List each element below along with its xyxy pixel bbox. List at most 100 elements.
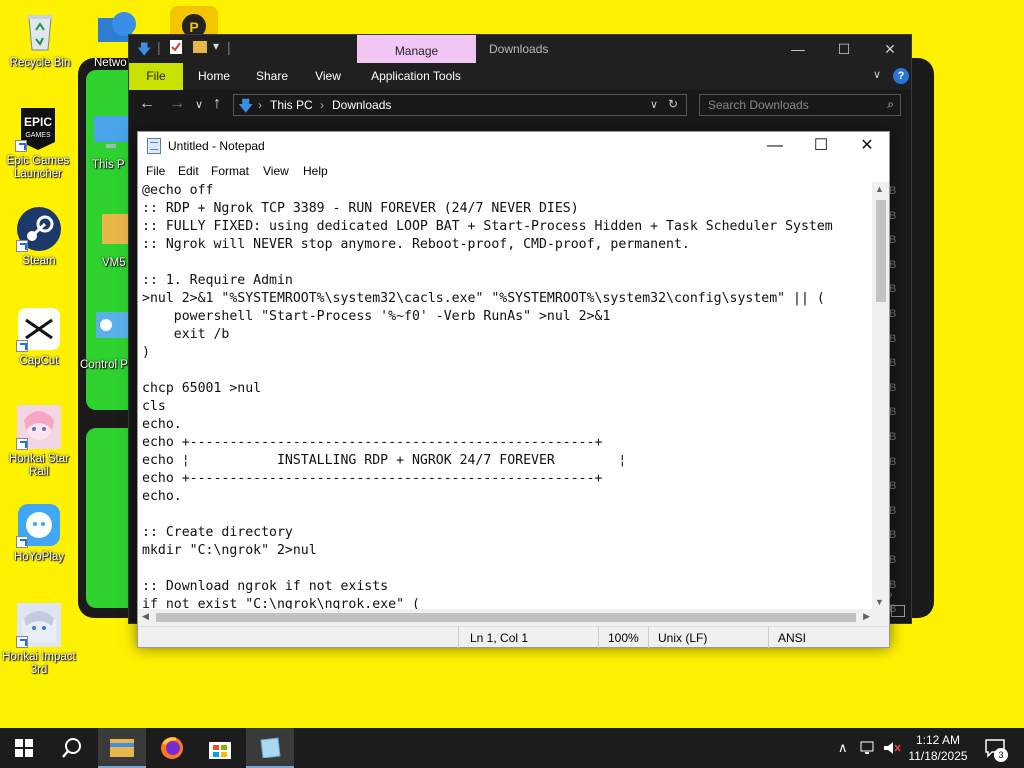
shortcut-arrow-icon [15,140,27,152]
refresh-icon[interactable]: ↻ [668,97,678,111]
recycle-bin-icon [17,8,63,54]
tab-application-tools[interactable]: Application Tools [361,63,471,90]
details-view-icon[interactable] [891,605,905,617]
icon-label: Control P [80,359,128,371]
chevron-right-icon: › [320,98,324,112]
tab-file[interactable]: File [129,63,183,90]
this-pc-icon [92,110,128,156]
notepad-menu-bar: File Edit Format View Help [138,160,889,182]
desktop-icon-control-panel[interactable]: Control P [80,310,132,372]
help-icon[interactable]: ? [893,68,909,84]
window-title: Downloads [489,42,549,56]
desktop-icon-hoyoplay[interactable]: HoYoPlay [1,502,77,564]
customize-toolbar-icon[interactable]: ▾ [213,39,219,53]
desktop-icon-this-pc[interactable]: This P [92,110,132,172]
file-list-partial: BBBBBBBBBBBBBBBBBB [889,185,897,616]
breadcrumb-downloads[interactable]: Downloads [332,98,391,112]
scrollbar-corner [872,609,889,626]
breadcrumb-this-pc[interactable]: This PC [270,98,313,112]
window-title: Untitled - Notepad [168,139,265,153]
network-icon[interactable] [860,728,878,768]
icon-label: CapCut [19,355,59,367]
up-arrow-icon[interactable]: ↑ [213,95,221,113]
show-hidden-icons[interactable]: ∧ [838,728,848,768]
recent-locations-icon[interactable]: ∨ [195,98,203,111]
separator-icon: | [157,39,161,55]
maximize-button[interactable]: ☐ [798,132,844,160]
taskbar-file-explorer[interactable] [98,728,146,768]
clock[interactable]: 1:12 AM 11/18/2025 [900,732,976,764]
folder-icon [102,208,130,254]
svg-text:GAMES: GAMES [25,132,51,139]
close-button[interactable]: ✕ [844,132,890,160]
chevron-up-icon[interactable]: ∧ [838,740,848,756]
scrollbar-thumb[interactable] [156,613,856,622]
minimize-button[interactable]: — [775,35,821,63]
new-folder-icon[interactable] [193,39,207,58]
tab-view[interactable]: View [305,63,351,90]
search-icon [62,738,81,758]
forward-arrow-icon[interactable]: → [169,95,185,113]
epic-games-icon: EPIC GAMES [15,106,61,152]
properties-icon[interactable] [169,39,183,58]
download-arrow-icon: 🡇 [137,41,152,57]
scroll-right-icon[interactable]: ▶ [863,611,870,622]
taskbar-firefox[interactable] [148,728,196,768]
chevron-right-icon: › [258,98,262,112]
minimize-button[interactable]: — [752,132,798,160]
menu-edit[interactable]: Edit [178,164,199,178]
taskbar-notepad[interactable] [246,728,294,768]
desktop-icon-recycle-bin[interactable]: Recycle Bin [2,8,78,70]
scroll-up-icon[interactable]: ▲ [875,184,884,194]
back-arrow-icon[interactable]: ← [139,95,155,113]
tab-manage[interactable]: Manage [357,35,476,63]
desktop-icon-honkai-star-rail[interactable]: Honkai Star Rail [1,404,77,479]
menu-help[interactable]: Help [303,164,328,178]
icon-label: Honkai Impact 3rd [2,651,76,676]
desktop-icon-epic-games[interactable]: EPIC GAMES Epic Games Launcher [0,106,76,181]
volume-muted-icon [884,742,901,754]
shortcut-arrow-icon [16,636,28,648]
menu-view[interactable]: View [263,164,289,178]
clock-time: 1:12 AM [915,733,961,747]
vertical-scrollbar[interactable]: ▲ ▼ [872,182,889,609]
steam-icon [16,206,62,252]
ribbon-tabs: File Home Share View Application Tools ∨… [129,63,911,90]
icon-label: Recycle Bin [9,57,71,69]
network-icon-glyph [860,741,874,754]
icon-label: Honkai Star Rail [8,453,70,478]
horizontal-scrollbar[interactable]: ◀ ▶ [138,609,874,626]
explorer-title-bar[interactable]: 🡇 | ▾ | Manage Downloads — ☐ ✕ [129,35,911,63]
search-input[interactable]: Search Downloads ⌕ [699,94,901,116]
desktop-icon-capcut[interactable]: CapCut [1,306,77,368]
address-bar[interactable]: 🡇 › This PC › Downloads ∨ ↻ [233,94,687,116]
scrollbar-thumb[interactable] [876,200,886,302]
notification-center[interactable]: 3 [984,728,1008,768]
taskbar-microsoft-store[interactable] [196,728,244,768]
notepad-text-area[interactable]: @echo off :: RDP + Ngrok TCP 3389 - RUN … [142,182,874,609]
app-icon-top[interactable]: P [170,6,218,38]
scroll-left-icon[interactable]: ◀ [142,611,149,622]
notepad-window[interactable]: Untitled - Notepad — ☐ ✕ File Edit Forma… [137,131,890,648]
tab-home[interactable]: Home [189,63,239,90]
volume-icon[interactable] [882,728,902,768]
start-button[interactable] [0,728,48,768]
close-button[interactable]: ✕ [867,35,913,63]
ribbon-collapse-icon[interactable]: ∨ [873,68,881,81]
maximize-button[interactable]: ☐ [821,35,867,63]
scroll-down-icon[interactable]: ▼ [875,597,884,607]
tab-share[interactable]: Share [247,63,297,90]
search-icon: ⌕ [887,97,894,111]
address-bar-row: ← → ∨ ↑ 🡇 › This PC › Downloads ∨ ↻ Sear… [129,90,911,120]
desktop-icon-honkai-impact[interactable]: Honkai Impact 3rd [1,602,77,677]
shortcut-arrow-icon [16,340,28,352]
chevron-down-icon[interactable]: ∨ [650,98,658,111]
honkai-star-rail-icon [16,404,62,450]
icon-label: Epic Games Launcher [6,155,70,180]
menu-format[interactable]: Format [211,164,249,178]
notepad-title-bar[interactable]: Untitled - Notepad — ☐ ✕ [138,132,889,160]
desktop-icon-steam[interactable]: Steam [1,206,77,268]
shortcut-arrow-icon [16,536,28,548]
menu-file[interactable]: File [146,164,165,178]
search-button[interactable] [48,728,96,768]
